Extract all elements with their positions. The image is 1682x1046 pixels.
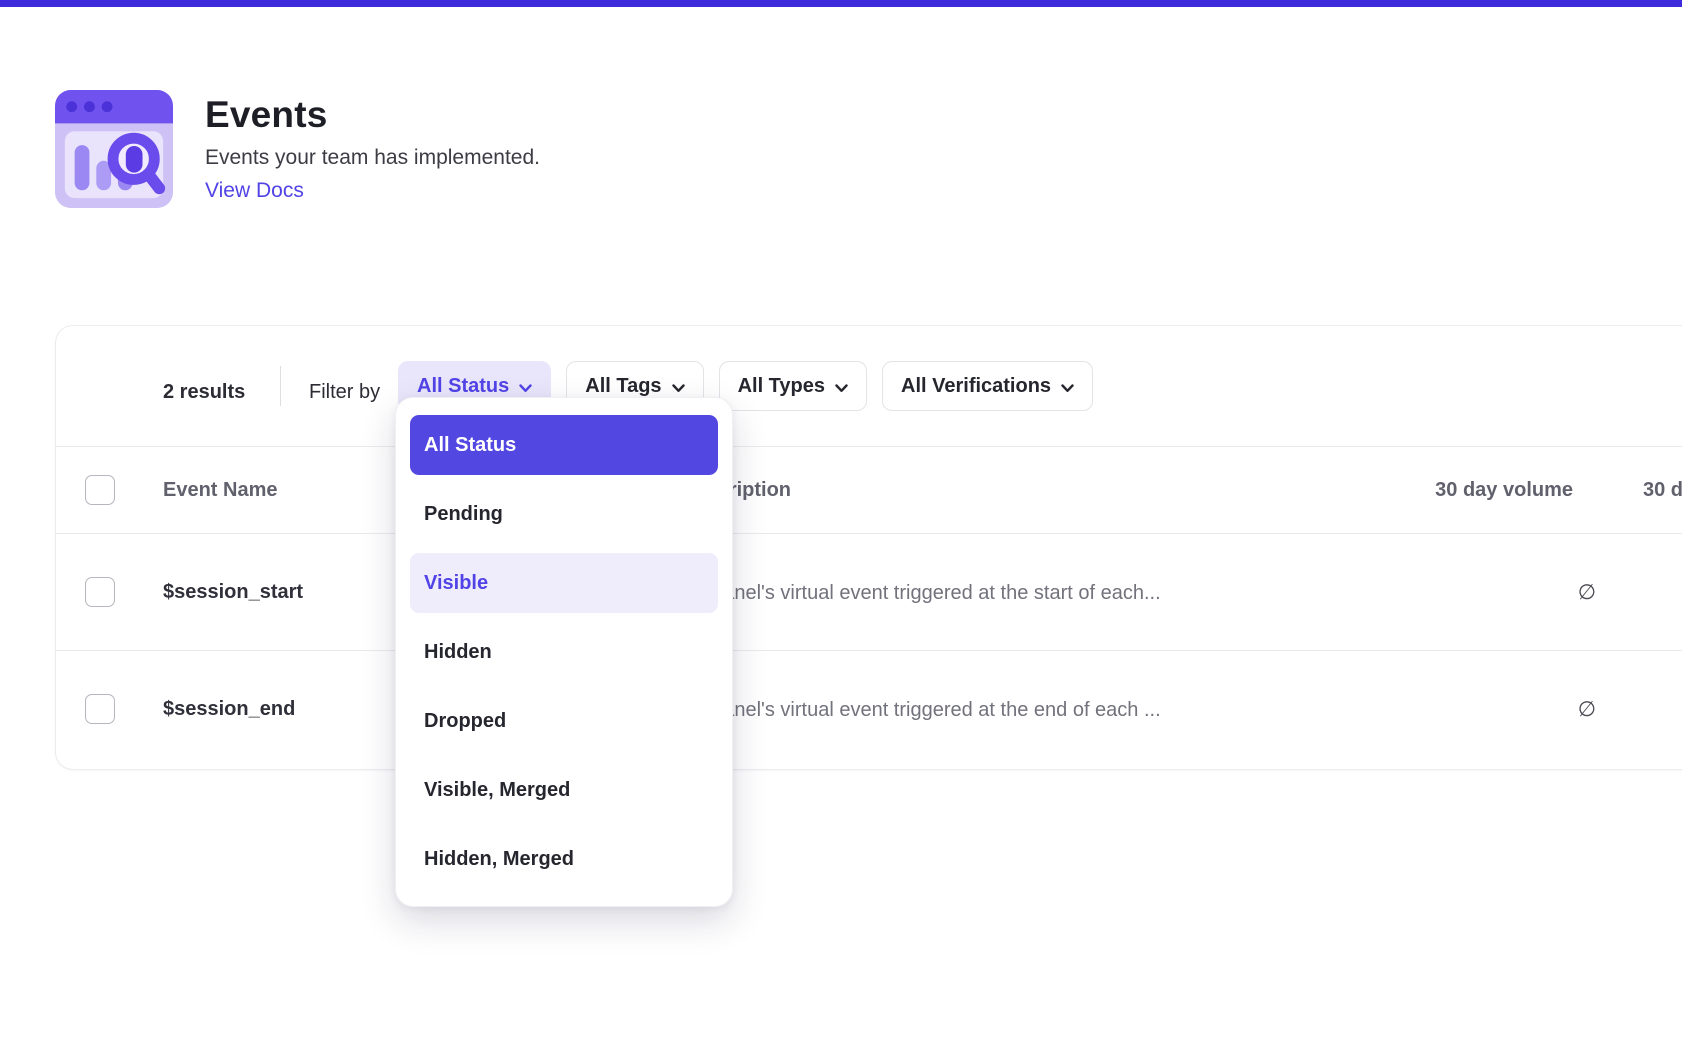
event-name[interactable]: $session_end — [163, 698, 295, 721]
menu-item-hidden-merged[interactable]: Hidden, Merged — [410, 829, 718, 889]
table-header-row: Event Name Description 30 day volume 30 … — [56, 446, 1682, 534]
tags-filter-label: All Tags — [585, 375, 661, 398]
event-30-day-volume: ∅ — [1256, 580, 1596, 604]
event-30-day-volume: ∅ — [1256, 697, 1596, 721]
events-browser-search-icon — [55, 90, 173, 208]
filter-toolbar: 2 results Filter by All Status All Tags — [56, 326, 1682, 446]
event-name[interactable]: $session_start — [163, 581, 303, 604]
row-checkbox[interactable] — [85, 577, 115, 607]
select-all-checkbox[interactable] — [85, 475, 115, 505]
types-filter-button[interactable]: All Types — [719, 361, 867, 411]
view-docs-link[interactable]: View Docs — [205, 179, 304, 203]
column-header-30-day-volume: 30 day volume — [1256, 479, 1573, 502]
chevron-down-icon — [1061, 376, 1074, 399]
column-header-event-name: Event Name — [163, 479, 278, 502]
table-row: $session_end Mixpanel's virtual event tr… — [56, 651, 1682, 769]
types-filter-label: All Types — [738, 375, 825, 398]
page-title: Events — [205, 94, 328, 136]
verifications-filter-label: All Verifications — [901, 375, 1051, 398]
menu-item-dropped[interactable]: Dropped — [410, 691, 718, 751]
results-count: 2 results — [163, 381, 245, 404]
menu-item-visible-merged[interactable]: Visible, Merged — [410, 760, 718, 820]
column-header-clipped: 30 d — [1643, 479, 1682, 502]
menu-item-visible[interactable]: Visible — [410, 553, 718, 613]
menu-item-hidden[interactable]: Hidden — [410, 622, 718, 682]
toolbar-divider — [280, 366, 281, 406]
table-row: $session_start Mixpanel's virtual event … — [56, 534, 1682, 651]
event-description: Mixpanel's virtual event triggered at th… — [681, 582, 1161, 605]
verifications-filter-button[interactable]: All Verifications — [882, 361, 1093, 411]
events-page: Events Events your team has implemented.… — [0, 0, 1682, 1046]
menu-item-pending[interactable]: Pending — [410, 484, 718, 544]
events-card: 2 results Filter by All Status All Tags — [55, 325, 1682, 770]
status-filter-label: All Status — [417, 375, 509, 398]
top-accent-bar — [0, 0, 1682, 7]
status-filter-dropdown: All Status Pending Visible Hidden Droppe… — [395, 397, 733, 907]
filter-by-label: Filter by — [309, 381, 380, 404]
row-checkbox[interactable] — [85, 694, 115, 724]
menu-item-all-status[interactable]: All Status — [410, 415, 718, 475]
chevron-down-icon — [519, 376, 532, 399]
event-description: Mixpanel's virtual event triggered at th… — [681, 699, 1161, 722]
page-subtitle: Events your team has implemented. — [205, 146, 540, 170]
chevron-down-icon — [672, 376, 685, 399]
chevron-down-icon — [835, 376, 848, 399]
